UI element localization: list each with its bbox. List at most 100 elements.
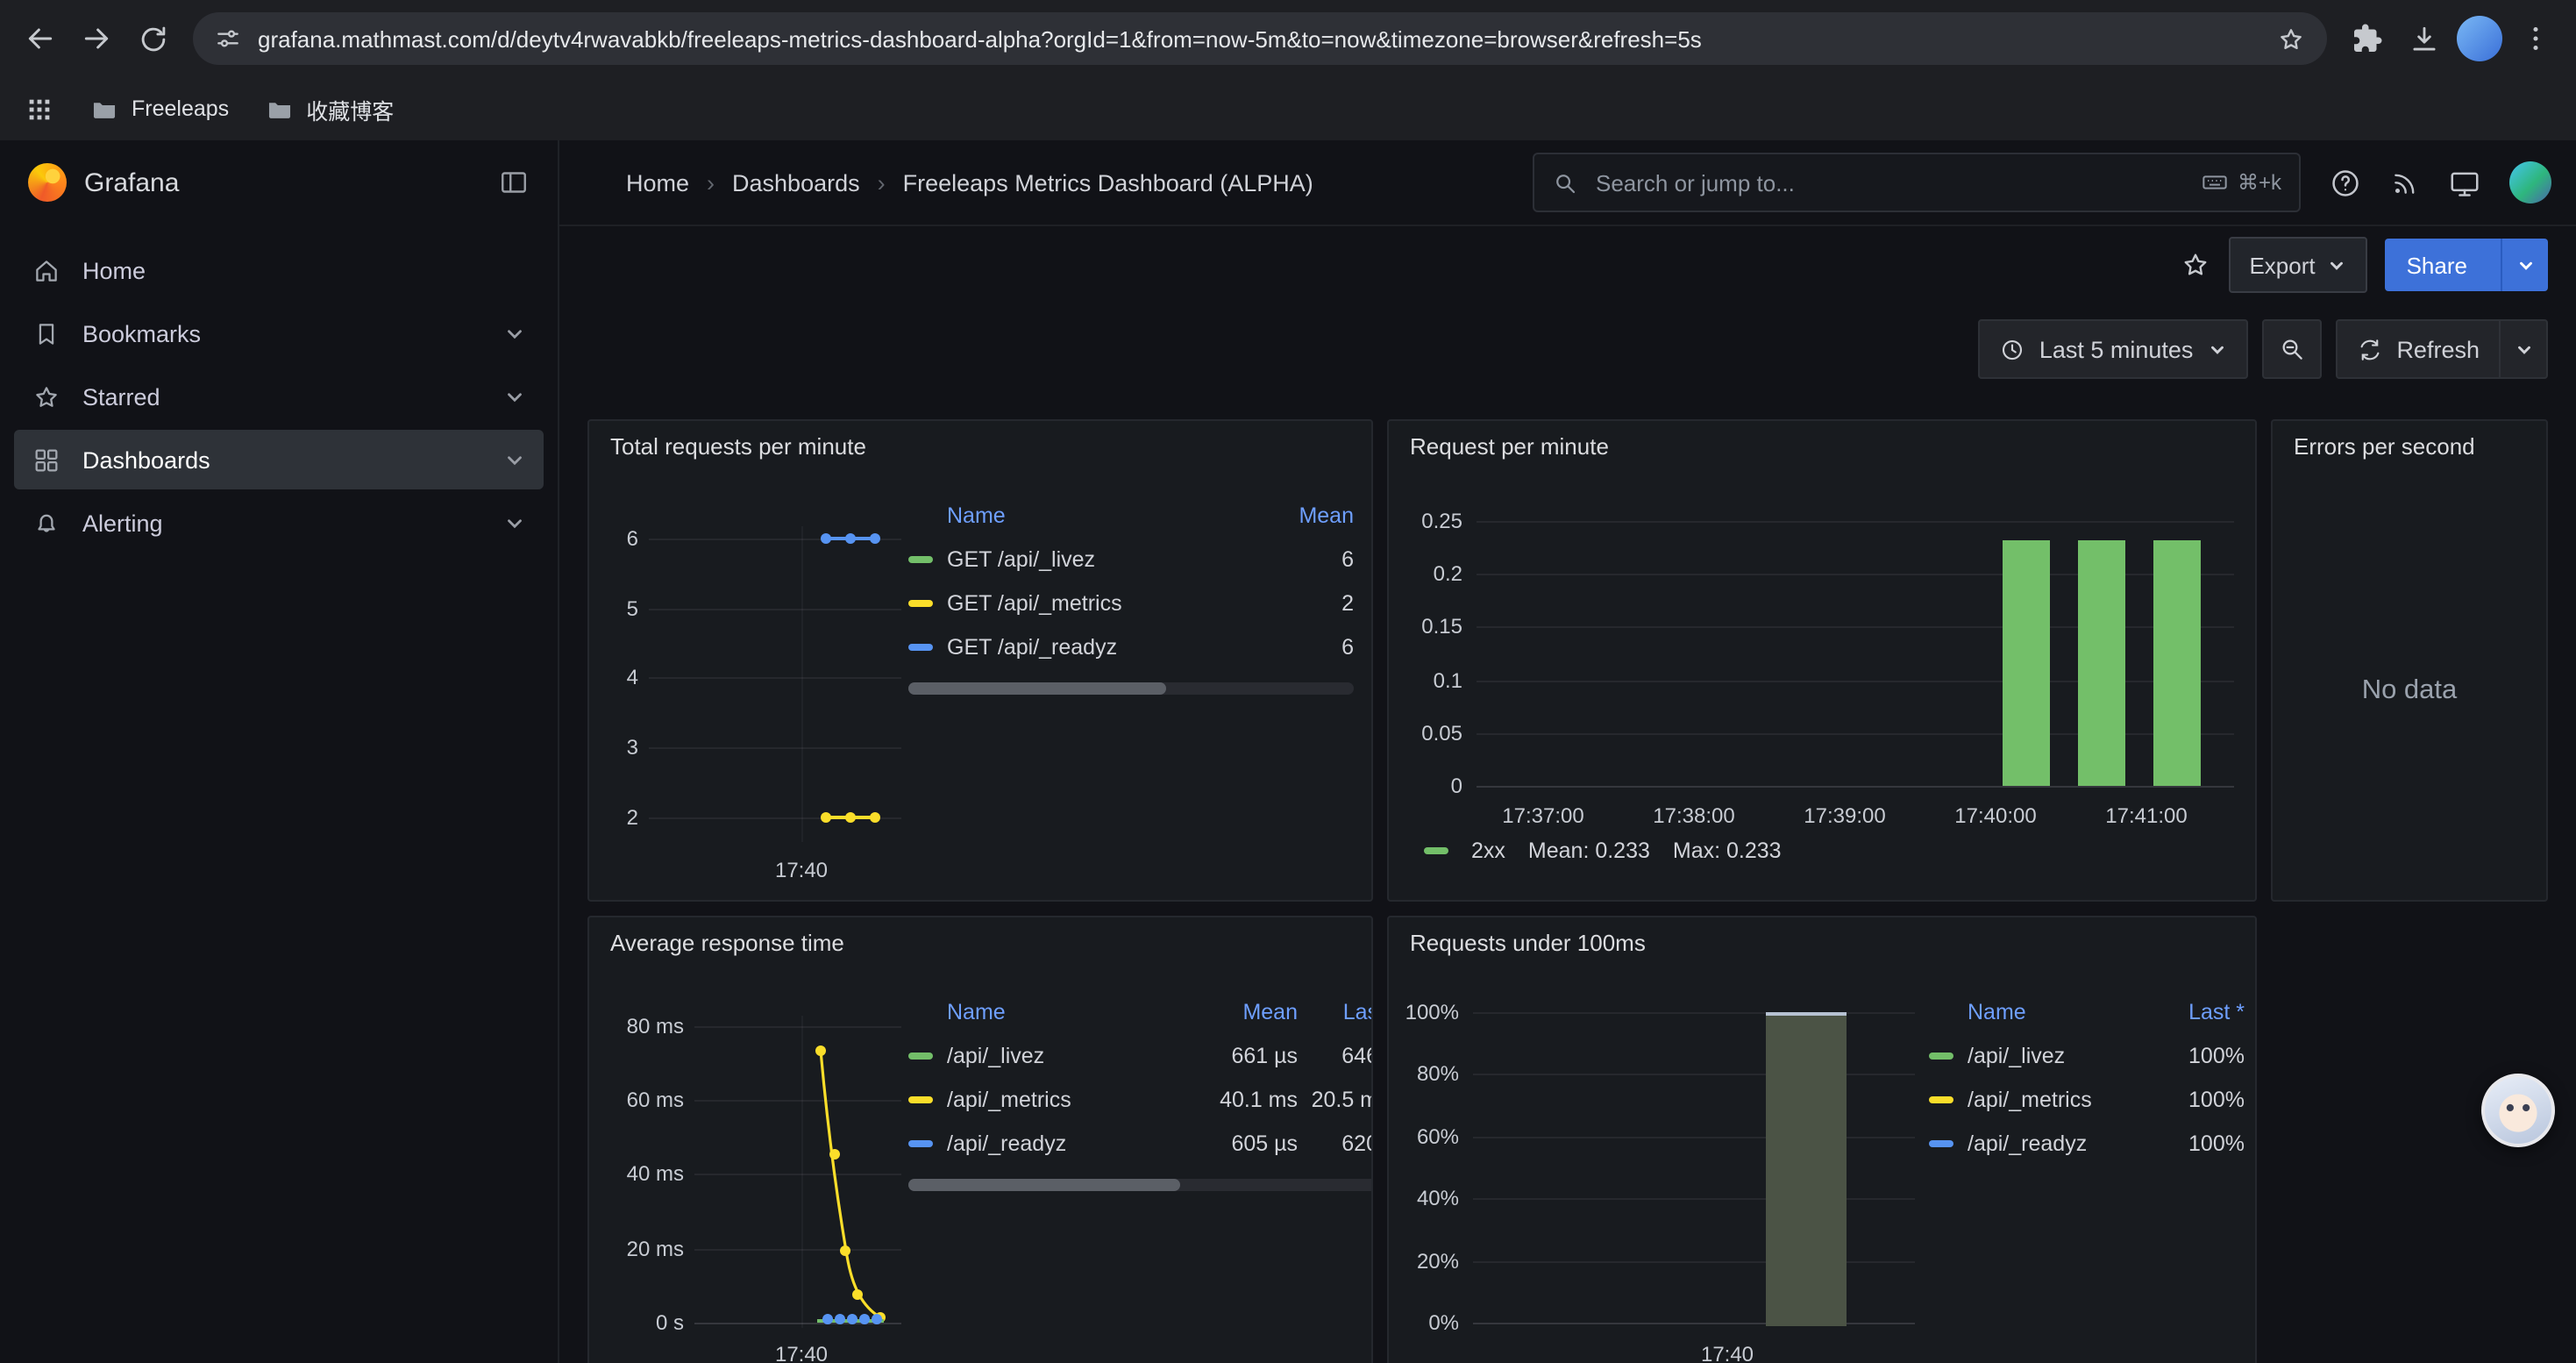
panel-title[interactable]: Total requests per minute (589, 421, 1371, 472)
puzzle-icon (2352, 23, 2383, 54)
site-info-icon[interactable] (214, 25, 242, 53)
address-bar[interactable]: grafana.mathmast.com/d/deytv4rwavabkb/fr… (193, 12, 2327, 65)
caret-down-icon (2516, 255, 2535, 275)
collapse-sidebar-icon[interactable] (498, 167, 530, 198)
assistant-avatar[interactable] (2481, 1074, 2555, 1147)
legend-inline: 2xx Mean: 0.233 Max: 0.233 (1424, 838, 1782, 863)
share-menu-button[interactable] (2501, 239, 2548, 291)
legend-row[interactable]: /api/_readyz 605 µs 620 (908, 1121, 1373, 1165)
bar-2xx[interactable] (2153, 540, 2201, 786)
apps-grid-icon[interactable] (25, 94, 54, 124)
downloads-button[interactable] (2397, 12, 2450, 65)
time-range-picker[interactable]: Last 5 minutes (1978, 319, 2248, 379)
panel-average-response-time: Average response time 80 ms 60 ms 40 ms … (587, 916, 1373, 1363)
legend-col-mean[interactable]: Mean (1284, 503, 1354, 528)
legend-scrollbar[interactable] (908, 682, 1354, 695)
sidebar-item-bookmarks[interactable]: Bookmarks (14, 303, 544, 363)
panel-request-per-minute: Request per minute 0.25 0.2 0.15 0.1 0.0… (1387, 419, 2257, 902)
reload-button[interactable] (126, 12, 179, 65)
chevron-down-icon[interactable] (503, 322, 526, 345)
y-tick: 80 ms (596, 1014, 684, 1038)
bar-2xx[interactable] (2078, 540, 2125, 786)
profile-button[interactable] (2453, 12, 2506, 65)
legend-row[interactable]: GET /api/_livez 6 (908, 537, 1354, 581)
panel-title[interactable]: Average response time (589, 917, 1371, 968)
legend-row[interactable]: GET /api/_readyz 6 (908, 624, 1354, 668)
legend-row[interactable]: GET /api/_metrics 2 (908, 581, 1354, 624)
bookmark-blog[interactable]: 收藏博客 (264, 92, 394, 125)
legend-row[interactable]: /api/_metrics 100% (1929, 1077, 2245, 1121)
bookmark-icon (32, 318, 61, 348)
chevron-down-icon[interactable] (503, 385, 526, 408)
legend-scrollbar[interactable] (908, 1179, 1373, 1191)
panel-title[interactable]: Request per minute (1389, 421, 2255, 472)
bookmark-label: Freeleaps (132, 96, 229, 121)
legend-row[interactable]: /api/_readyz 100% (1929, 1121, 2245, 1165)
series-color-dash (908, 1052, 933, 1059)
legend-max: Max: 0.233 (1673, 838, 1782, 863)
legend-col-name[interactable]: Name (908, 503, 1284, 528)
chevron-down-icon[interactable] (503, 511, 526, 534)
refresh-button[interactable]: Refresh (2337, 321, 2499, 377)
help-icon[interactable] (2329, 166, 2362, 199)
legend-table: Name Mean Las /api/_livez 661 µs 646 (908, 991, 1373, 1191)
user-avatar[interactable] (2509, 161, 2551, 203)
scrollbar-thumb[interactable] (908, 1179, 1181, 1191)
chevron-down-icon[interactable] (503, 448, 526, 471)
y-tick: 0 (1396, 774, 1462, 798)
grafana-logo[interactable] (28, 163, 67, 202)
favorite-star-icon[interactable] (2179, 249, 2210, 281)
sidebar-item-dashboards[interactable]: Dashboards (14, 430, 544, 489)
y-tick: 0.25 (1396, 509, 1462, 533)
search-icon (1552, 169, 1578, 196)
series-point (821, 812, 831, 823)
share-button[interactable]: Share (2386, 239, 2548, 291)
breadcrumb-home[interactable]: Home (626, 169, 689, 196)
bar-under-100ms[interactable] (1766, 1012, 1847, 1326)
bookmark-freeleaps[interactable]: Freeleaps (89, 94, 229, 124)
legend-row[interactable]: /api/_livez 100% (1929, 1033, 2245, 1077)
series-point (821, 533, 831, 544)
browser-menu-button[interactable] (2509, 12, 2562, 65)
legend-col-mean[interactable]: Mean (1185, 1000, 1298, 1024)
sidebar-item-home[interactable]: Home (14, 240, 544, 300)
y-tick: 0% (1396, 1310, 1459, 1335)
legend-col-name[interactable]: Name (1929, 1000, 2146, 1024)
refresh-interval-button[interactable] (2499, 321, 2546, 377)
back-button[interactable] (14, 12, 67, 65)
dashboards-grid-icon (32, 445, 61, 475)
sidebar-item-starred[interactable]: Starred (14, 367, 544, 426)
x-tick: 17:40:00 (1954, 803, 2036, 828)
bookmark-star-icon[interactable] (2276, 24, 2306, 54)
legend-col-last[interactable]: Last * (2146, 1000, 2245, 1024)
grafana-brand: Grafana (84, 168, 480, 197)
x-tick: 17:40 (775, 1342, 828, 1363)
scrollbar-thumb[interactable] (908, 682, 1167, 695)
legend-series-name[interactable]: 2xx (1471, 838, 1505, 863)
legend-col-last[interactable]: Las (1298, 1000, 1373, 1024)
breadcrumb-dashboards[interactable]: Dashboards (732, 169, 860, 196)
no-data-message: No data (2273, 675, 2546, 707)
extensions-button[interactable] (2341, 12, 2394, 65)
legend-row[interactable]: /api/_livez 661 µs 646 (908, 1033, 1373, 1077)
y-tick: 0.05 (1396, 721, 1462, 746)
rss-icon[interactable] (2390, 168, 2420, 197)
bar-2xx[interactable] (2003, 540, 2050, 786)
panel-title[interactable]: Errors per second (2273, 421, 2546, 472)
forward-button[interactable] (70, 12, 123, 65)
caret-down-icon (2514, 339, 2533, 359)
panel-title[interactable]: Requests under 100ms (1389, 917, 2255, 968)
y-tick: 0 s (596, 1310, 684, 1335)
y-tick: 3 (596, 735, 638, 760)
export-button[interactable]: Export (2228, 237, 2367, 293)
series-color-dash (1929, 1095, 1953, 1103)
url-text[interactable]: grafana.mathmast.com/d/deytv4rwavabkb/fr… (258, 25, 2260, 52)
legend-row[interactable]: /api/_metrics 40.1 ms 20.5 m (908, 1077, 1373, 1121)
zoom-out-button[interactable] (2261, 319, 2321, 379)
monitor-icon[interactable] (2448, 166, 2481, 199)
search-box[interactable]: ⌘+k (1533, 153, 2301, 212)
sidebar-item-alerting[interactable]: Alerting (14, 493, 544, 553)
legend-col-name[interactable]: Name (908, 1000, 1185, 1024)
search-input[interactable] (1592, 168, 2187, 197)
series-point (845, 812, 856, 823)
